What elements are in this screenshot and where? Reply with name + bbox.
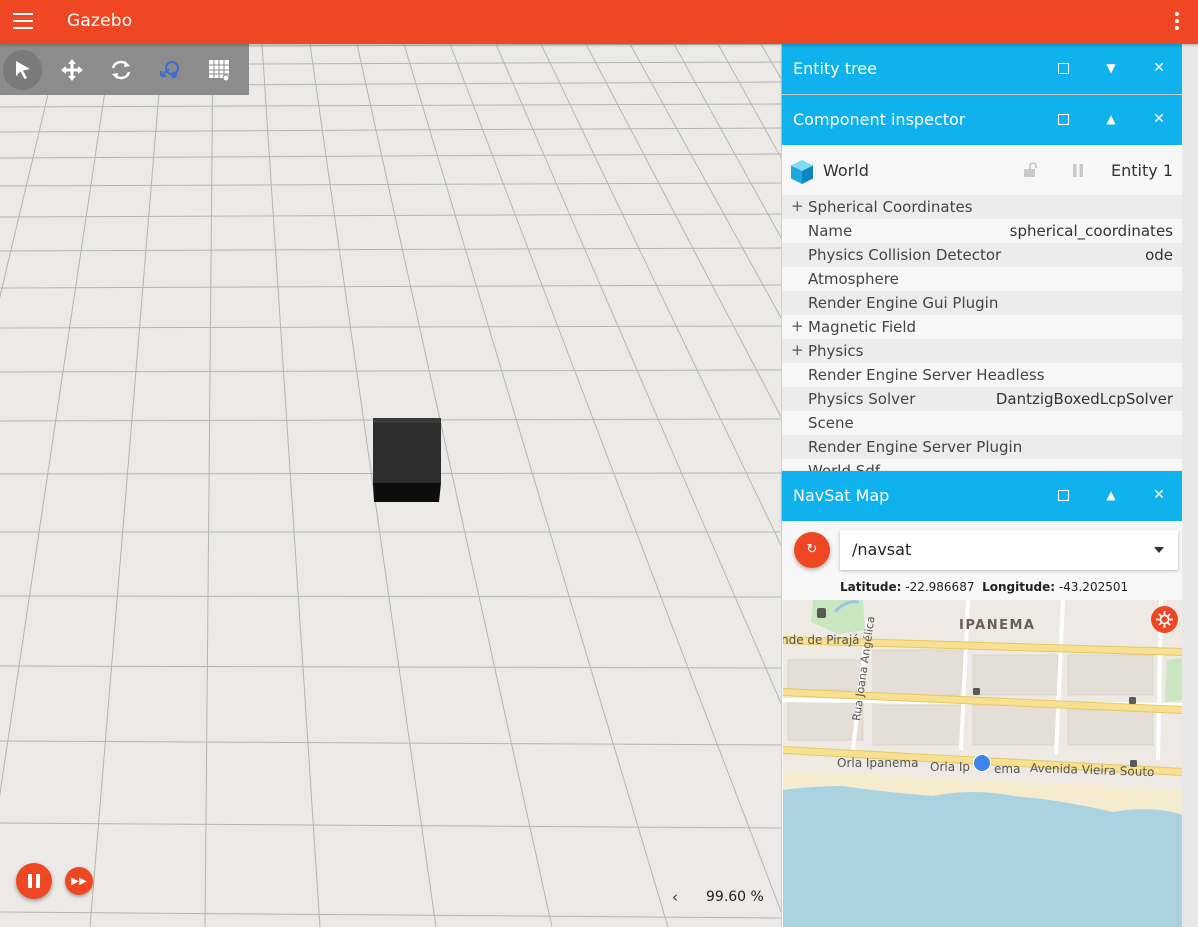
app-title: Gazebo bbox=[67, 11, 133, 31]
component-label: Magnetic Field bbox=[808, 318, 917, 336]
maximize-icon[interactable] bbox=[1052, 484, 1074, 506]
component-label: Render Engine Server Headless bbox=[808, 366, 1045, 384]
expand-icon[interactable]: + bbox=[791, 317, 804, 335]
navsat-titlebar: NavSat Map ▲ ✕ bbox=[782, 471, 1183, 521]
close-icon[interactable]: ✕ bbox=[1148, 484, 1170, 506]
component-value: DantzigBoxedLcpSolver bbox=[995, 390, 1173, 408]
close-icon[interactable]: ✕ bbox=[1148, 108, 1170, 130]
app-header: Gazebo bbox=[0, 0, 1198, 44]
component-inspector-title: Component inspector bbox=[793, 110, 966, 129]
component-row: Physics Solver DantzigBoxedLcpSolver bbox=[782, 387, 1183, 411]
scene-toolbar bbox=[0, 44, 249, 95]
component-label: World Sdf bbox=[808, 462, 881, 471]
longitude-value: -43.202501 bbox=[1058, 580, 1129, 594]
component-label: Physics bbox=[808, 342, 864, 360]
gps-position-marker bbox=[973, 754, 991, 772]
unlock-icon[interactable] bbox=[1022, 162, 1038, 178]
step-forward-button[interactable]: ▶▶ bbox=[65, 867, 93, 895]
chevron-down-icon bbox=[1154, 547, 1164, 553]
component-row: Atmosphere bbox=[782, 267, 1183, 291]
transform-control-icon bbox=[160, 60, 180, 78]
scene-3d-view[interactable]: ▶▶ ‹ 99.60 % bbox=[0, 44, 781, 927]
crosshair-icon bbox=[1156, 611, 1173, 628]
navsat-body: ↻ /navsat Latitude: -22.986687 Longitude… bbox=[782, 521, 1183, 927]
entity-tree-titlebar: Entity tree ▼ ✕ bbox=[782, 44, 1183, 94]
grid-tool-button[interactable] bbox=[200, 50, 239, 90]
component-row: Render Engine Server Headless bbox=[782, 363, 1183, 387]
box-model[interactable] bbox=[372, 417, 444, 505]
component-row[interactable]: + Spherical Coordinates bbox=[782, 195, 1183, 219]
fast-forward-icon: ▶▶ bbox=[71, 875, 87, 887]
component-row: Name spherical_coordinates bbox=[782, 219, 1183, 243]
map-label-district: IPANEMA bbox=[959, 618, 1036, 633]
transform-control-button[interactable] bbox=[151, 50, 190, 90]
close-icon[interactable]: ✕ bbox=[1148, 57, 1170, 79]
rotate-tool-button[interactable] bbox=[101, 50, 140, 90]
component-inspector-body: World Entity 1 + Spherical Coordinates Nam… bbox=[782, 145, 1183, 471]
entity-tree-title: Entity tree bbox=[793, 59, 877, 78]
component-row[interactable]: + Magnetic Field bbox=[782, 315, 1183, 339]
component-value: ode bbox=[1145, 246, 1173, 264]
topic-select[interactable]: /navsat bbox=[840, 530, 1178, 570]
more-vert-icon[interactable] bbox=[1174, 12, 1180, 32]
entity-name: World bbox=[823, 161, 869, 180]
translate-icon bbox=[60, 58, 83, 81]
map-label-orla-1: Orla Ipanema bbox=[837, 756, 919, 770]
component-label: Atmosphere bbox=[808, 270, 899, 288]
collapse-up-icon[interactable]: ▲ bbox=[1100, 484, 1122, 506]
component-row: World Sdf bbox=[782, 459, 1183, 471]
longitude-label: Longitude: bbox=[982, 580, 1056, 594]
maximize-icon[interactable] bbox=[1052, 108, 1074, 130]
component-row[interactable]: + Physics bbox=[782, 339, 1183, 363]
pause-updates-icon[interactable] bbox=[1071, 164, 1085, 177]
grid-icon bbox=[209, 59, 230, 81]
real-time-factor: 99.60 % bbox=[706, 889, 764, 905]
component-label: Spherical Coordinates bbox=[808, 198, 973, 216]
component-row: Physics Collision Detector ode bbox=[782, 243, 1183, 267]
translate-tool-button[interactable] bbox=[52, 50, 91, 90]
coordinates-readout: Latitude: -22.986687 Longitude: -43.2025… bbox=[840, 580, 1128, 594]
select-tool-button[interactable] bbox=[3, 49, 43, 90]
component-value: spherical_coordinates bbox=[1009, 222, 1173, 240]
component-label: Physics Solver bbox=[808, 390, 916, 408]
entity-header: World Entity 1 bbox=[782, 145, 1183, 195]
rtf-expand-icon[interactable]: ‹ bbox=[672, 888, 678, 906]
component-row: Render Engine Server Plugin bbox=[782, 435, 1183, 459]
expand-icon[interactable]: + bbox=[791, 341, 804, 359]
entity-id: Entity 1 bbox=[1111, 161, 1173, 180]
refresh-icon: ↻ bbox=[806, 542, 818, 557]
rotate-icon bbox=[111, 60, 131, 79]
gazebo-app: Gazebo ▶▶ ‹ 99.60 % Entity tree ▼ ✕ Comp… bbox=[0, 0, 1198, 927]
pause-icon bbox=[28, 874, 32, 888]
topic-value: /navsat bbox=[852, 540, 912, 559]
component-inspector-titlebar: Component inspector ▲ ✕ bbox=[782, 95, 1183, 145]
component-label: Scene bbox=[808, 414, 854, 432]
component-row: Scene bbox=[782, 411, 1183, 435]
collapse-up-icon[interactable]: ▲ bbox=[1100, 108, 1122, 130]
right-dock-panel: Entity tree ▼ ✕ Component inspector ▲ ✕ … bbox=[781, 44, 1183, 927]
map-label-orla-3: ema bbox=[994, 762, 1021, 776]
component-label: Physics Collision Detector bbox=[808, 246, 1002, 264]
navsat-title: NavSat Map bbox=[793, 486, 890, 505]
center-map-button[interactable] bbox=[1151, 606, 1178, 633]
maximize-icon[interactable] bbox=[1052, 57, 1074, 79]
select-arrow-icon bbox=[15, 60, 30, 79]
panel-gutter bbox=[1182, 44, 1198, 927]
refresh-button[interactable]: ↻ bbox=[794, 532, 830, 568]
component-label: Name bbox=[808, 222, 853, 240]
collapse-down-icon[interactable]: ▼ bbox=[1100, 57, 1122, 79]
cube-icon bbox=[791, 160, 813, 184]
component-row: Render Engine Gui Plugin bbox=[782, 291, 1183, 315]
latitude-value: -22.986687 bbox=[905, 580, 975, 594]
map-label-piraja: nde de Pirajá bbox=[783, 633, 860, 647]
navsat-map[interactable]: IPANEMA nde de Pirajá Rua Joana Angélica… bbox=[783, 600, 1183, 927]
latitude-label: Latitude: bbox=[840, 580, 902, 594]
expand-icon[interactable]: + bbox=[791, 197, 804, 215]
component-label: Render Engine Gui Plugin bbox=[808, 294, 999, 312]
pause-button[interactable] bbox=[16, 863, 52, 899]
map-label-orla-2: Orla Ip bbox=[930, 760, 971, 774]
component-label: Render Engine Server Plugin bbox=[808, 438, 1023, 456]
hamburger-icon[interactable] bbox=[13, 13, 33, 29]
